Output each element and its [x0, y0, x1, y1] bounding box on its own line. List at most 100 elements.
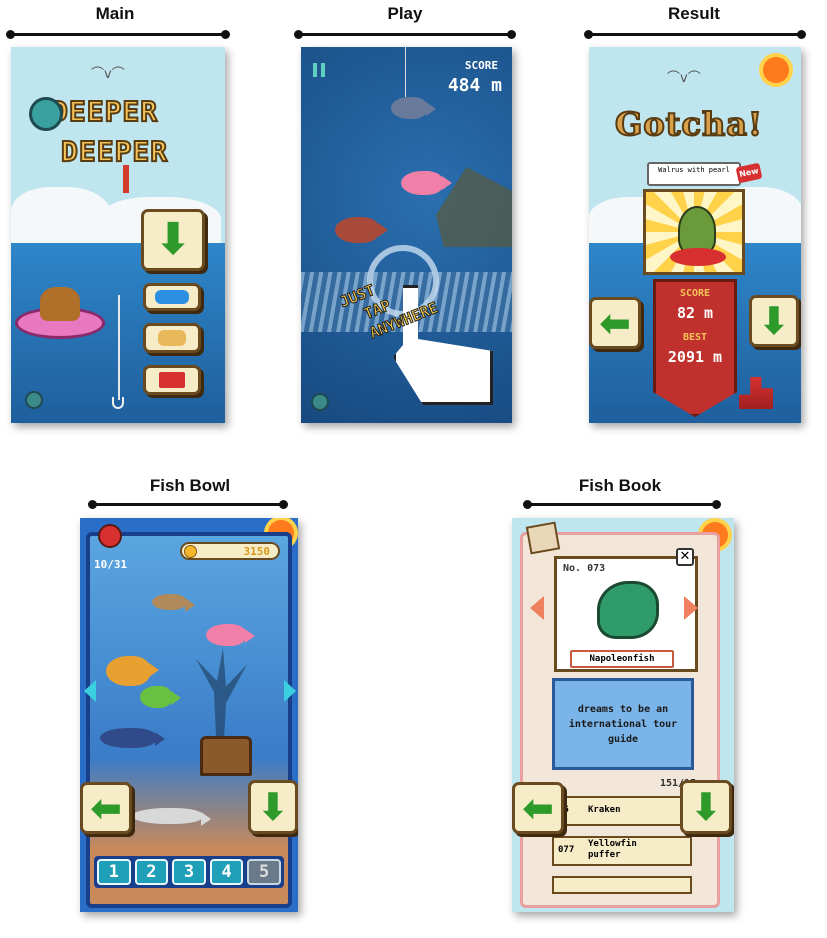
coin-amount: 3150 [243, 545, 271, 558]
list-item[interactable] [552, 876, 692, 894]
logo-line-2: DEEPER [60, 134, 169, 169]
ranking-icon [159, 372, 185, 388]
fish-count: 10/31 [94, 558, 128, 571]
fisherman [40, 287, 80, 321]
page-tab-1[interactable]: 1 [97, 859, 131, 885]
fish-bowl-icon [98, 524, 122, 548]
coin-icon [184, 545, 197, 558]
fish [152, 594, 195, 612]
fish-bowl-icon [155, 290, 189, 304]
list-item-name: Yellowfin puffer [588, 839, 637, 860]
scroll-right-arrow[interactable] [284, 680, 296, 702]
ranking-button[interactable] [143, 365, 201, 395]
dive-button[interactable]: ⬇ [680, 780, 732, 834]
hook-icon [123, 165, 129, 193]
page-tab-3[interactable]: 3 [172, 859, 206, 885]
fish [100, 728, 165, 748]
fish-book-panel-title: Fish Book [578, 476, 662, 495]
play-title-rule [294, 30, 516, 39]
coin-counter: 3150 [180, 542, 280, 560]
arrow-down-icon: ⬇ [154, 214, 192, 265]
main-title-rule [6, 30, 230, 39]
back-button[interactable]: ⬅ [512, 782, 564, 834]
fishing-hook-icon [112, 397, 124, 409]
hooked-fish [391, 97, 436, 119]
close-icon[interactable]: ✕ [676, 548, 694, 566]
fish-book-screen: No. 073 ✕ Napoleonfish dreams to be an i… [512, 518, 734, 912]
result-panel-title: Result [668, 4, 720, 23]
page-tabs: 1 2 3 4 5 [94, 856, 284, 888]
page-tab-2[interactable]: 2 [134, 859, 169, 885]
arrow-left-icon: ⬅ [599, 301, 631, 345]
list-item[interactable]: 077 Yellowfin puffer [552, 836, 692, 866]
seagull-icon: ⌒v⌒ [91, 67, 125, 82]
fish-bowl-panel-title: Fish Bowl [149, 476, 231, 495]
arrow-left-icon: ⬅ [522, 786, 554, 830]
seagull-icon: ⌒v⌒ [667, 71, 701, 86]
fish-bowl-screen: 10/31 3150 ⬅ ⬇ 1 2 3 4 5 [80, 518, 298, 912]
description-box: dreams to be an international tour guide [552, 678, 694, 770]
iceberg [11, 187, 111, 247]
swordfish [132, 808, 211, 826]
arrow-down-icon: ⬇ [758, 299, 790, 343]
caught-fish-card [643, 189, 745, 275]
result-score-label: SCORE [679, 288, 711, 299]
fish-name-label: Napoleonfish [570, 650, 674, 668]
pearl-icon [670, 248, 726, 266]
arrow-down-icon: ⬇ [690, 785, 722, 829]
arrow-left-icon: ⬅ [90, 786, 122, 830]
back-button[interactable]: ⬅ [80, 782, 132, 834]
next-fish-arrow[interactable] [684, 596, 698, 620]
fish [140, 686, 181, 708]
book-icon [525, 521, 561, 555]
result-title-rule [584, 30, 806, 39]
fishing-line [118, 295, 120, 400]
score-ribbon: SCORE 82 m BEST 2091 m [653, 279, 737, 417]
score-label: SCORE [464, 59, 498, 72]
settings-icon[interactable] [25, 391, 43, 409]
caught-fish-label: Walrus with pearl [647, 162, 741, 186]
play-screen: SCORE 484 m JUST TAP ANYWHERE [301, 47, 512, 423]
fish [206, 624, 255, 646]
walrus-icon [678, 206, 716, 254]
fish-description: dreams to be an international tour guide [568, 703, 678, 745]
dive-button[interactable]: ⬇ [248, 780, 298, 834]
gotcha-banner: Gotcha! [614, 104, 763, 144]
best-value: 2091 m [667, 348, 723, 366]
treasure-chest [200, 736, 252, 776]
dive-again-button[interactable]: ⬇ [749, 295, 799, 347]
book-icon [158, 330, 186, 346]
score-value: 484 m [447, 75, 502, 96]
result-score-value: 82 m [676, 304, 714, 322]
fishing-line [405, 47, 406, 97]
main-screen: ⌒v⌒ DEEPER DEEPER ⬇ [11, 47, 225, 423]
fish-book-title-rule [523, 500, 721, 509]
page-tab-4[interactable]: 4 [209, 859, 244, 885]
best-label: BEST [682, 332, 708, 343]
fish-number: No. 073 [563, 563, 606, 574]
arrow-down-icon: ⬇ [257, 785, 289, 829]
list-item[interactable]: 76 Kraken [552, 796, 692, 826]
fisherman-on-tube [15, 287, 110, 342]
pause-icon[interactable] [313, 63, 325, 77]
fish-bowl-button[interactable] [143, 283, 201, 311]
fish [401, 171, 452, 195]
play-panel-title: Play [387, 4, 423, 23]
back-button[interactable]: ⬅ [589, 297, 641, 349]
page-tab-5[interactable]: 5 [247, 859, 281, 885]
result-screen: ⌒v⌒ Gotcha! Walrus with pearl New SCORE … [589, 47, 801, 423]
prev-fish-arrow[interactable] [530, 596, 544, 620]
fish-bowl-title-rule [88, 500, 288, 509]
scroll-left-arrow[interactable] [84, 680, 96, 702]
aquarium-frame [86, 532, 292, 908]
fish [335, 217, 388, 243]
napoleonfish-icon [597, 581, 659, 639]
fish-book-button[interactable] [143, 323, 201, 353]
caught-fish-name: Walrus with pearl [658, 166, 730, 174]
settings-icon[interactable] [311, 393, 329, 411]
list-item-name: Kraken [588, 805, 621, 815]
dive-button[interactable]: ⬇ [141, 209, 205, 271]
fish-mascot-icon [29, 97, 63, 131]
fish-list: 76 Kraken 077 Yellowfin puffer [552, 796, 692, 894]
fish [106, 656, 159, 686]
